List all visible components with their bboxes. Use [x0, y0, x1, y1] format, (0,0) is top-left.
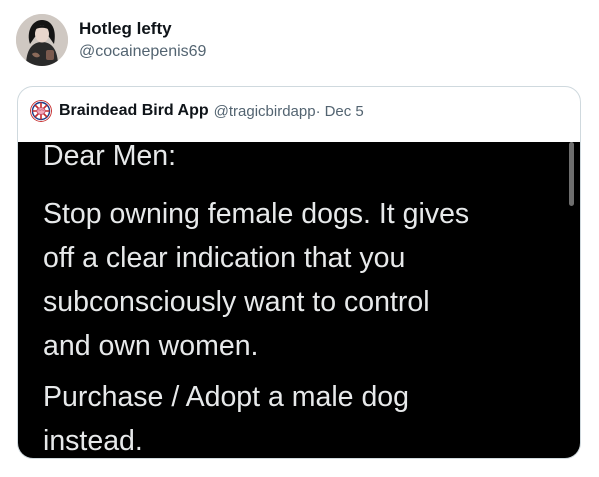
body-line: off a clear indication that you: [43, 242, 406, 274]
body-line: Stop owning female dogs. It gives: [43, 198, 470, 230]
user-avatar-photo-icon: [16, 14, 68, 66]
cta-line: Purchase / Adopt a male dog: [43, 381, 409, 413]
brain-logo-icon: [30, 100, 52, 122]
author-avatar[interactable]: [16, 14, 68, 66]
media-scrollbar[interactable]: [569, 142, 574, 206]
quoted-tweet-header: Braindead Bird App @tragicbirdapp · Dec …: [30, 99, 364, 123]
author-handle[interactable]: @cocainepenis69: [79, 43, 206, 61]
quoted-avatar[interactable]: [30, 100, 52, 122]
greeting-line: Dear Men:: [43, 142, 177, 172]
media-greeting: Dear Men:: [43, 142, 176, 178]
media-body: Stop owning female dogs. It gives off a …: [43, 192, 469, 368]
body-line: subconsciously want to control: [43, 286, 430, 318]
quoted-handle[interactable]: @tragicbirdapp: [214, 103, 316, 120]
quoted-date[interactable]: Dec 5: [325, 103, 364, 120]
cta-line: instead.: [43, 425, 143, 457]
body-line: and own women.: [43, 330, 259, 362]
quoted-display-name[interactable]: Braindead Bird App: [59, 102, 209, 120]
media-call-to-action: Purchase / Adopt a male dog instead.: [43, 375, 409, 458]
header-separator: ·: [315, 102, 321, 120]
author-display-name[interactable]: Hotleg lefty: [79, 19, 172, 39]
quoted-media-image[interactable]: Dear Men: Stop owning female dogs. It gi…: [18, 142, 580, 458]
quoted-tweet-card[interactable]: Braindead Bird App @tragicbirdapp · Dec …: [17, 86, 581, 459]
